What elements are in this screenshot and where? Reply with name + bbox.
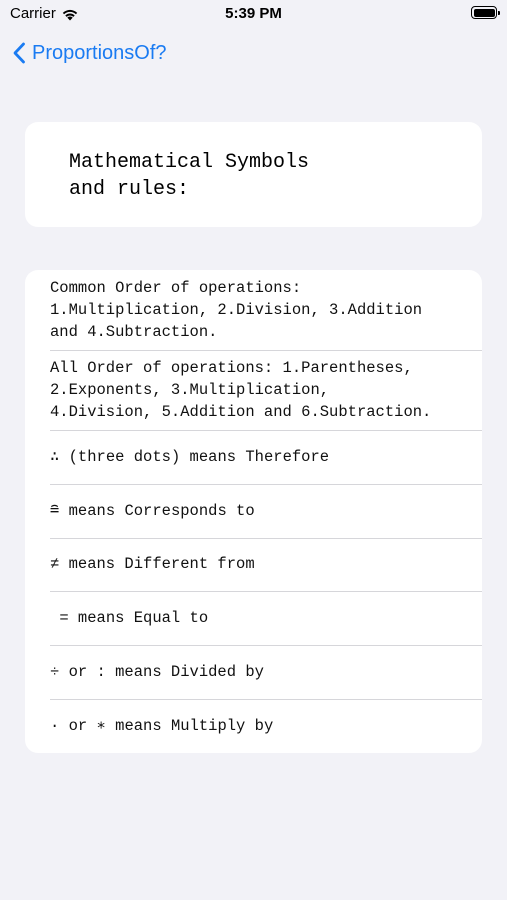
list-item-text: ≘ means Corresponds to xyxy=(50,501,255,520)
symbols-list: Common Order of operations: 1.Multiplica… xyxy=(25,270,482,753)
back-button[interactable]: ProportionsOf? xyxy=(12,36,167,70)
page-title: Mathematical Symbols and rules: xyxy=(69,151,310,201)
list-item[interactable]: All Order of operations: 1.Parentheses, … xyxy=(25,350,482,430)
header-card: Mathematical Symbols and rules: xyxy=(25,122,482,227)
list-item-text: ∴ (three dots) means Therefore xyxy=(50,447,330,466)
status-bar: Carrier 5:39 PM xyxy=(0,0,507,28)
clock: 5:39 PM xyxy=(225,5,282,22)
list-item[interactable]: ÷ or : means Divided by xyxy=(25,645,482,699)
back-button-label: ProportionsOf? xyxy=(32,41,167,64)
list-item-text: ≠ means Different from xyxy=(50,555,255,574)
list-item-text: All Order of operations: 1.Parentheses, … xyxy=(50,359,432,421)
list-item-text: = means Equal to xyxy=(50,609,209,628)
list-item[interactable]: ≠ means Different from xyxy=(25,537,482,592)
list-item-text: ÷ or : means Divided by xyxy=(50,663,264,682)
list-item[interactable]: · or ∗ means Multiply by xyxy=(25,698,482,753)
chevron-left-icon xyxy=(13,42,25,64)
list-item-text: · or ∗ means Multiply by xyxy=(50,716,274,735)
list-item[interactable]: = means Equal to xyxy=(25,591,482,645)
list-item[interactable]: ∴ (three dots) means Therefore xyxy=(25,430,482,484)
list-item[interactable]: ≘ means Corresponds to xyxy=(25,483,482,538)
battery-icon xyxy=(471,6,500,19)
list-item-text: Common Order of operations: 1.Multiplica… xyxy=(50,279,423,341)
list-item[interactable]: Common Order of operations: 1.Multiplica… xyxy=(25,270,482,350)
